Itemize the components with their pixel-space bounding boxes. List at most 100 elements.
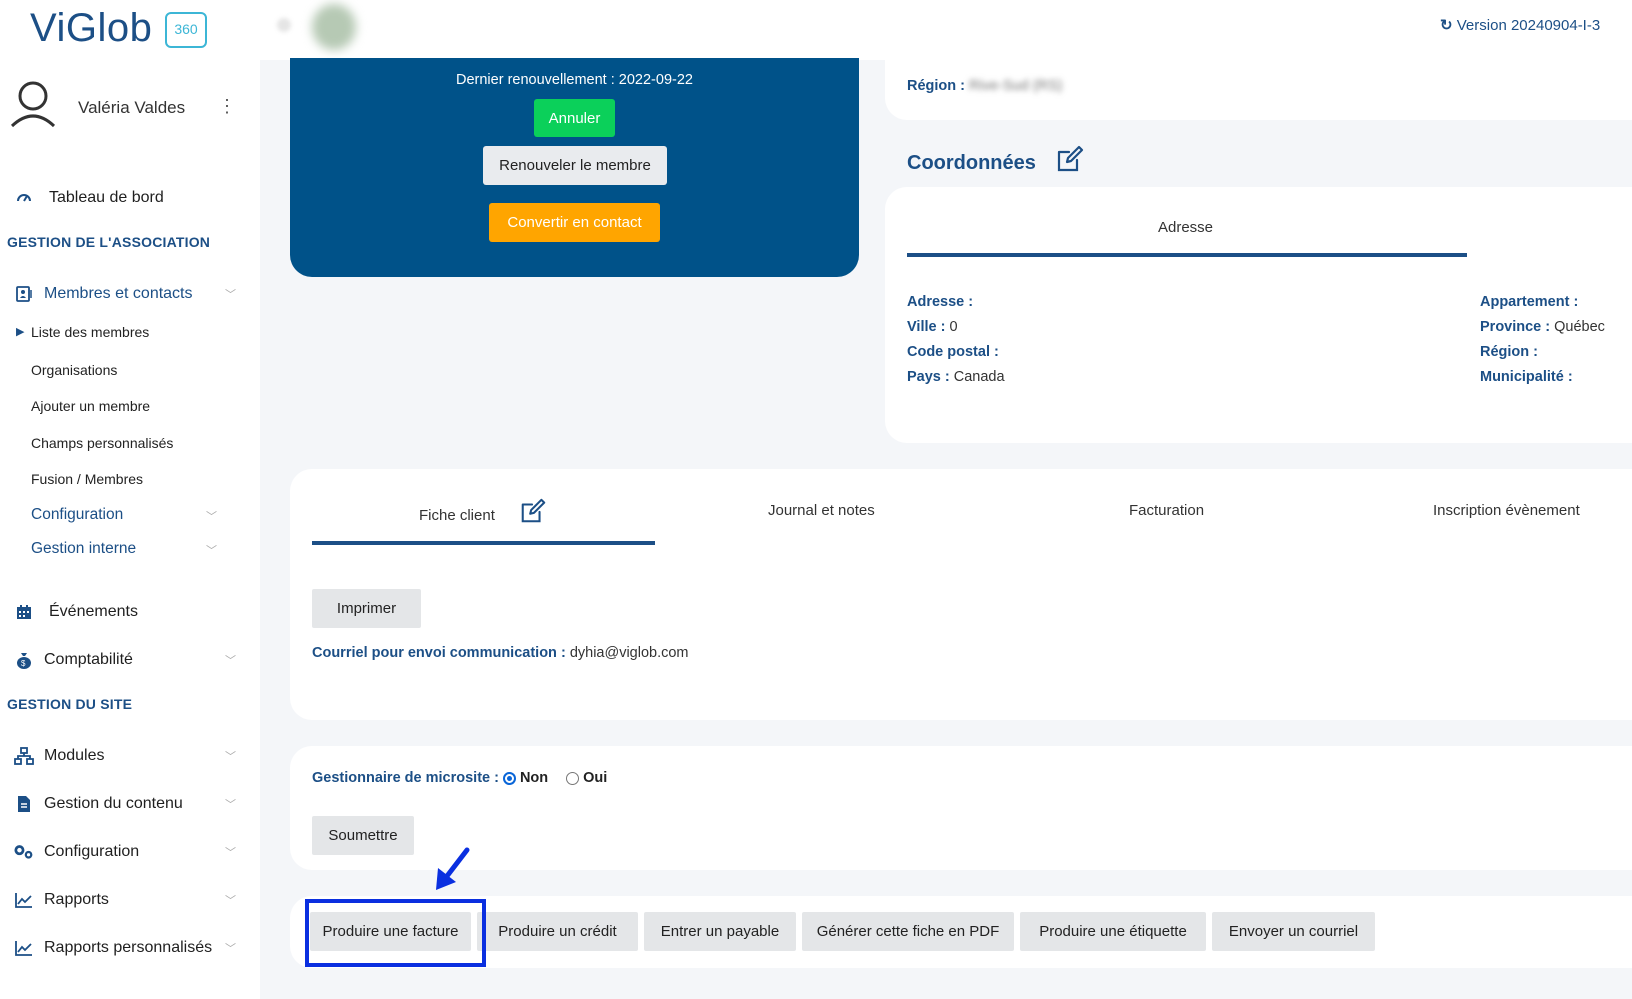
- tab-event-registration[interactable]: Inscription évènement: [1433, 502, 1580, 519]
- edit-icon[interactable]: [1055, 144, 1085, 174]
- produce-label-button[interactable]: Produire une étiquette: [1020, 912, 1206, 951]
- sidebar: ViGlob 360 Valéria Valdes ⋮ Tableau de b…: [0, 0, 260, 999]
- field-country: Pays : Canada: [907, 369, 1005, 385]
- gears-icon: [14, 842, 34, 862]
- nav-reports[interactable]: Rapports ﹀: [0, 888, 250, 912]
- blurred-dot: [277, 18, 291, 32]
- sub-item-member-list[interactable]: Liste des membres: [31, 324, 149, 340]
- nav-modules[interactable]: Modules ﹀: [0, 744, 250, 768]
- membership-card: Dernier renouvellement : 2022-09-22 Annu…: [290, 58, 859, 277]
- nav-events-label: Événements: [49, 603, 138, 620]
- last-renewal-text: Dernier renouvellement : 2022-09-22: [456, 72, 693, 88]
- contact-card-icon: [14, 284, 34, 304]
- field-region: Région :: [1480, 344, 1538, 360]
- nav-content-mgmt[interactable]: Gestion du contenu ﹀: [0, 792, 250, 816]
- nav-configuration[interactable]: Configuration ﹀: [0, 840, 250, 864]
- client-tabs-card: Fiche client Journal et notes Facturatio…: [290, 469, 1632, 720]
- submit-button[interactable]: Soumettre: [312, 816, 414, 855]
- caret-right-icon: ▶: [16, 326, 25, 338]
- region-value: Rive-Sud (RS): [969, 78, 1063, 94]
- radio-oui[interactable]: [566, 771, 580, 785]
- tab-address[interactable]: Adresse: [1158, 219, 1213, 236]
- tab-client-sheet[interactable]: Fiche client: [419, 507, 495, 524]
- user-menu-kebab-icon[interactable]: ⋮: [218, 96, 236, 117]
- calendar-icon: [14, 602, 34, 622]
- nav-configuration-label: Configuration: [44, 843, 140, 860]
- document-icon: [14, 794, 34, 814]
- chevron-down-icon: ﹀: [225, 895, 236, 907]
- history-icon: ↻: [1440, 17, 1453, 34]
- chevron-down-icon: ﹀: [206, 511, 217, 523]
- generate-pdf-button[interactable]: Générer cette fiche en PDF: [802, 912, 1014, 951]
- nav-members-contacts[interactable]: Membres et contacts ﹀: [0, 282, 250, 306]
- chevron-down-icon: ﹀: [206, 545, 217, 557]
- renew-member-button[interactable]: Renouveler le membre: [483, 146, 667, 185]
- line-chart-icon: [14, 938, 34, 958]
- sub-item-add-member[interactable]: Ajouter un membre: [31, 398, 150, 414]
- user-avatar-icon: [10, 81, 56, 128]
- microsite-card: Gestionnaire de microsite : Non Oui Soum…: [290, 746, 1632, 870]
- enter-payable-button[interactable]: Entrer un payable: [644, 912, 796, 951]
- nav-dashboard[interactable]: Tableau de bord: [0, 186, 250, 210]
- address-card: Adresse Adresse : Ville : 0 Code postal …: [885, 187, 1632, 443]
- convert-to-contact-button[interactable]: Convertir en contact: [489, 203, 660, 242]
- sub-item-organisations[interactable]: Organisations: [31, 362, 117, 378]
- chevron-down-icon: ﹀: [225, 289, 236, 301]
- version-label[interactable]: ↻ Version 20240904-I-3: [1440, 16, 1600, 34]
- send-email-button[interactable]: Envoyer un courriel: [1212, 912, 1375, 951]
- region-label: Région :: [907, 78, 965, 94]
- chevron-down-icon: ﹀: [225, 943, 236, 955]
- tab-journal-notes[interactable]: Journal et notes: [768, 502, 875, 519]
- radio-oui-label: Oui: [583, 770, 608, 786]
- svg-text:$: $: [21, 659, 26, 668]
- nav-events[interactable]: Événements: [0, 600, 250, 624]
- nav-accounting[interactable]: $ Comptabilité ﹀: [0, 648, 250, 672]
- member-photo-avatar: [312, 4, 356, 50]
- nav-custom-reports-label: Rapports personnalisés: [44, 939, 213, 956]
- radio-non[interactable]: [502, 771, 516, 785]
- field-postal-code: Code postal :: [907, 344, 999, 360]
- nav-reports-label: Rapports: [44, 891, 109, 908]
- user-profile[interactable]: Valéria Valdes ⋮: [10, 80, 250, 132]
- chevron-down-icon: ﹀: [225, 751, 236, 763]
- tab-client-sheet-underline: [312, 541, 655, 545]
- microsite-manager-row: Gestionnaire de microsite : Non Oui: [312, 770, 608, 786]
- logo-badge: 360: [165, 12, 207, 48]
- sub-item-custom-fields[interactable]: Champs personnalisés: [31, 435, 173, 451]
- sub-item-merge-members[interactable]: Fusion / Membres: [31, 471, 143, 487]
- user-name: Valéria Valdes: [78, 98, 186, 117]
- viglob-logo[interactable]: ViGlob: [30, 6, 152, 51]
- nav-content-mgmt-label: Gestion du contenu: [44, 795, 183, 812]
- cancel-button[interactable]: Annuler: [534, 99, 615, 137]
- coordinates-title: Coordonnées: [907, 152, 1036, 174]
- chevron-down-icon: ﹀: [225, 799, 236, 811]
- nav-accounting-label: Comptabilité: [44, 651, 133, 668]
- nav-modules-label: Modules: [44, 747, 105, 764]
- chevron-down-icon: ﹀: [225, 847, 236, 859]
- nav-members-contacts-label: Membres et contacts: [44, 285, 193, 302]
- edit-icon[interactable]: [519, 497, 547, 525]
- pointer-arrow-icon: [436, 847, 470, 890]
- nav-custom-reports[interactable]: Rapports personnalisés ﹀: [0, 936, 250, 960]
- nav-dashboard-label: Tableau de bord: [49, 189, 164, 206]
- chevron-down-icon: ﹀: [225, 655, 236, 667]
- field-apartment: Appartement :: [1480, 294, 1579, 310]
- tab-address-underline: [907, 253, 1467, 257]
- radio-non-label: Non: [519, 770, 549, 786]
- highlight-box: [305, 899, 486, 967]
- field-address: Adresse :: [907, 294, 974, 310]
- actions-card: Produire une facture Produire un crédit …: [290, 896, 1632, 968]
- section-association: GESTION DE L'ASSOCIATION: [7, 234, 211, 250]
- communication-email: Courriel pour envoi communication : dyhi…: [312, 645, 689, 661]
- produce-credit-button[interactable]: Produire un crédit: [477, 912, 638, 951]
- field-province: Province : Québec: [1480, 319, 1605, 335]
- sub-item-configuration[interactable]: Configuration: [31, 506, 123, 524]
- tab-billing[interactable]: Facturation: [1129, 502, 1204, 519]
- sub-item-internal-mgmt[interactable]: Gestion interne: [31, 540, 136, 558]
- print-button[interactable]: Imprimer: [312, 589, 421, 628]
- field-municipality: Municipalité :: [1480, 369, 1573, 385]
- section-site: GESTION DU SITE: [7, 696, 133, 712]
- speedometer-icon: [14, 188, 34, 208]
- line-chart-icon: [14, 890, 34, 910]
- money-bag-icon: $: [14, 650, 34, 670]
